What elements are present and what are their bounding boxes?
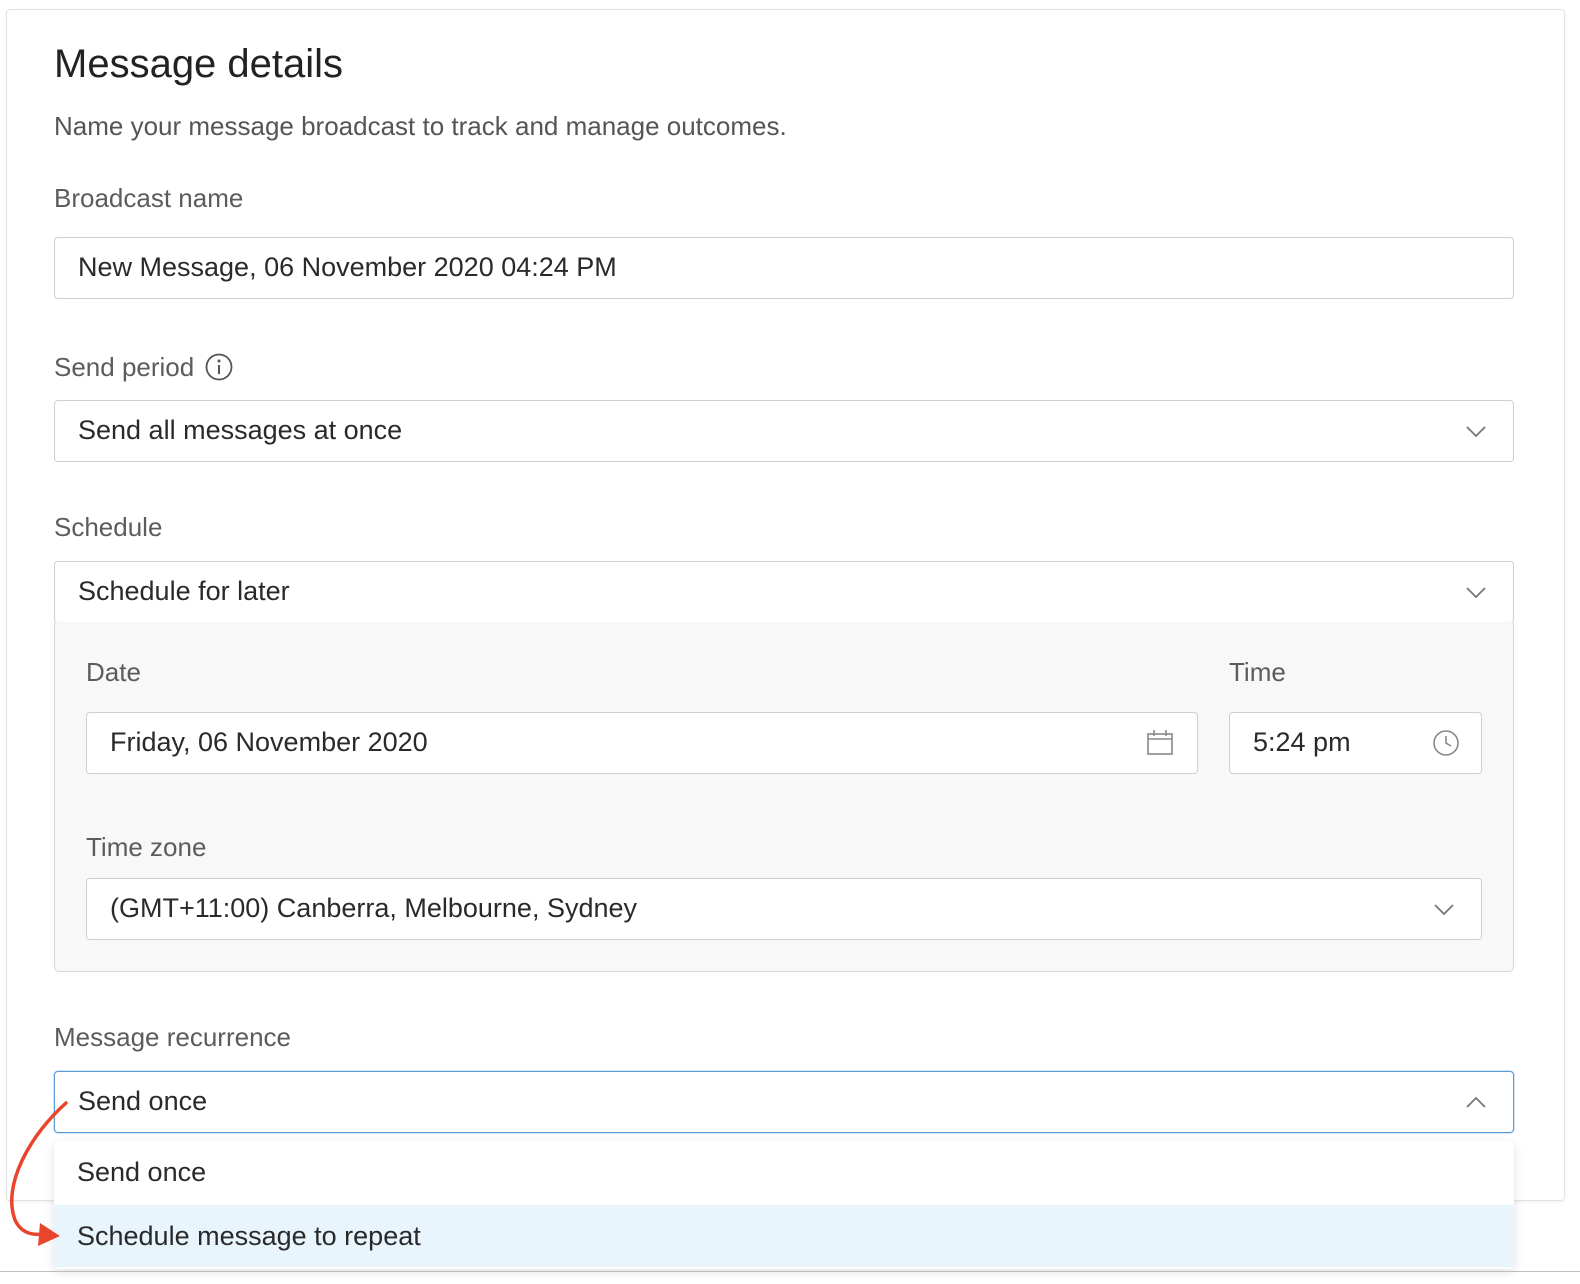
timezone-label: Time zone [86,832,207,862]
recurrence-dropdown-menu: Send once Schedule message to repeat [54,1141,1514,1269]
schedule-label: Schedule [54,512,163,542]
send-period-label-text: Send period [54,352,195,382]
chevron-down-icon [1466,587,1486,599]
send-period-value: Send all messages at once [78,415,403,445]
send-period-label: Send period [54,352,233,383]
timezone-value: (GMT+11:00) Canberra, Melbourne, Sydney [110,893,638,923]
chevron-down-icon [1434,904,1454,916]
timezone-select[interactable]: (GMT+11:00) Canberra, Melbourne, Sydney [86,878,1482,940]
chevron-up-icon [1466,1096,1486,1108]
clock-icon[interactable] [1431,728,1461,758]
broadcast-name-input[interactable]: New Message, 06 November 2020 04:24 PM [54,237,1514,299]
annotation-arrow-icon [10,1101,68,1246]
time-label: Time [1229,657,1286,687]
recurrence-option-send-once[interactable]: Send once [54,1141,1514,1203]
time-input[interactable]: 5:24 pm [1229,712,1482,774]
recurrence-value: Send once [78,1086,208,1116]
date-value: Friday, 06 November 2020 [110,727,428,757]
info-icon[interactable] [205,353,233,381]
page-title: Message details [54,42,344,86]
date-input[interactable]: Friday, 06 November 2020 [86,712,1198,774]
calendar-icon[interactable] [1145,728,1175,758]
schedule-select[interactable]: Schedule for later [54,561,1514,623]
chevron-down-icon [1466,426,1486,438]
page-subtitle: Name your message broadcast to track and… [54,111,787,141]
broadcast-name-value: New Message, 06 November 2020 04:24 PM [78,252,617,282]
recurrence-option-repeat[interactable]: Schedule message to repeat [54,1205,1514,1267]
recurrence-label: Message recurrence [54,1022,291,1052]
send-period-select[interactable]: Send all messages at once [54,400,1514,462]
recurrence-select[interactable]: Send once [54,1071,1514,1133]
divider [0,1271,1580,1272]
date-label: Date [86,657,141,687]
broadcast-name-label: Broadcast name [54,183,244,213]
time-value: 5:24 pm [1253,727,1351,757]
schedule-value: Schedule for later [78,576,290,606]
